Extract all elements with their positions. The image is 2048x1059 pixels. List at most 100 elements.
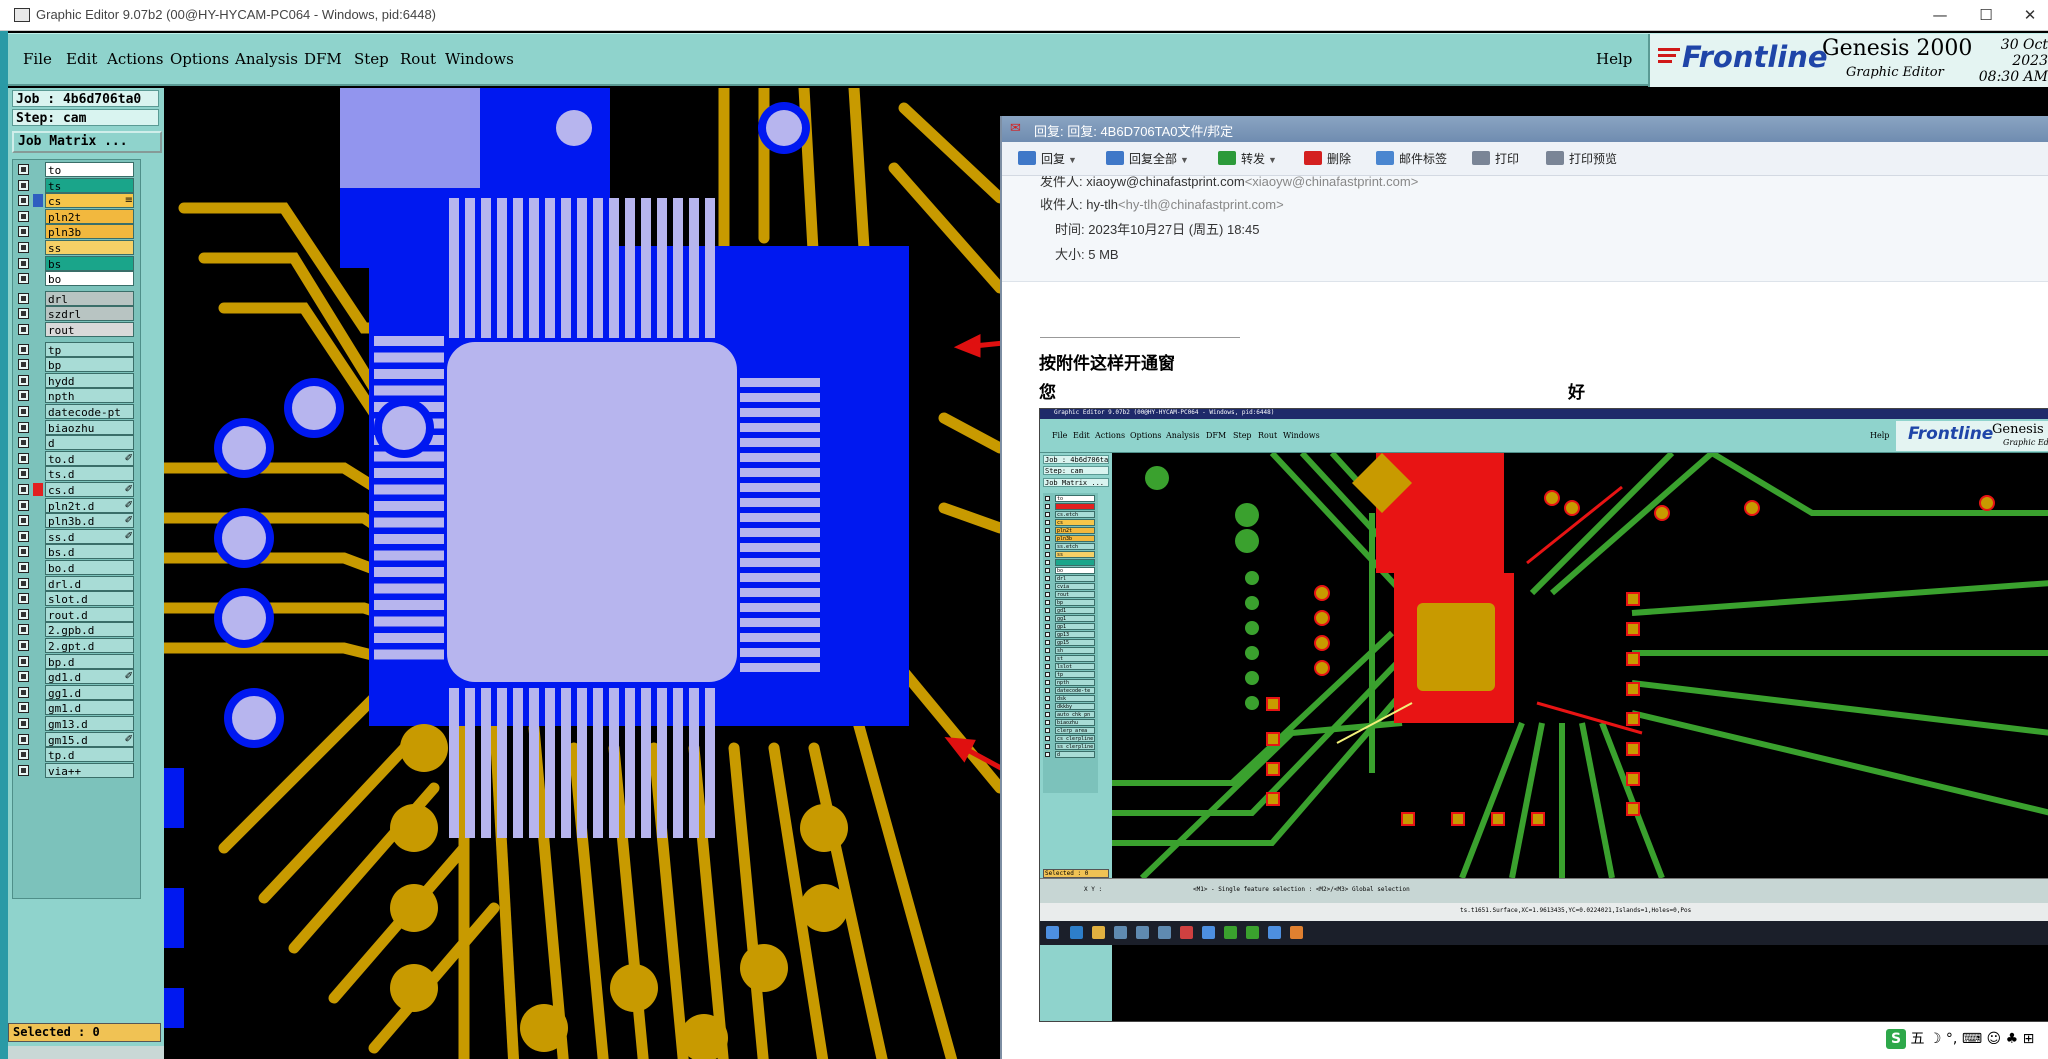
menu-file[interactable]: File (23, 50, 52, 68)
layer-name[interactable]: 2.gpt.d (45, 638, 134, 653)
layer-checkbox[interactable] (18, 608, 29, 620)
sogou-ime-icon[interactable]: S (1886, 1029, 1906, 1049)
layer-checkbox[interactable] (18, 257, 29, 269)
layer-row[interactable]: gm13.d (15, 716, 137, 731)
layer-name[interactable]: ts (45, 177, 134, 193)
layer-name[interactable]: cs.d (45, 482, 134, 497)
layer-row[interactable]: 2.gpb.d (15, 622, 137, 638)
layer-row[interactable]: ss (15, 240, 137, 255)
layer-checkbox[interactable] (18, 390, 29, 402)
layer-row[interactable]: ts (15, 177, 137, 193)
layer-row[interactable]: tp (15, 341, 137, 357)
layer-row[interactable]: biaozhu (15, 419, 137, 435)
layer-row[interactable]: rout (15, 322, 137, 337)
chevron-down-icon[interactable]: ▼ (1068, 155, 1077, 165)
layer-name[interactable]: biaozhu (45, 419, 134, 435)
layer-row[interactable]: d (15, 435, 137, 451)
layer-row[interactable]: via++ (15, 762, 137, 778)
chevron-down-icon[interactable]: ▼ (1180, 155, 1189, 165)
print-preview-button[interactable]: 打印预览 (1546, 150, 1617, 167)
layer-name[interactable]: bp (45, 357, 134, 373)
layer-name[interactable]: pln3b.d (45, 513, 134, 529)
layer-name[interactable]: bo.d (45, 560, 134, 575)
layer-checkbox[interactable] (18, 764, 29, 776)
layer-name[interactable]: datecode-pt (45, 404, 134, 419)
ime-toolbar[interactable]: S 五 ☽ °, ⌨ ☺ ♣ ⊞ (1886, 1028, 2034, 1050)
layer-row[interactable]: ss.d ✐ (15, 528, 137, 544)
reply-button[interactable]: 回复 ▼ (1018, 150, 1077, 167)
layer-name[interactable]: slot.d (45, 591, 134, 607)
layer-checkbox[interactable] (18, 499, 29, 511)
ime-mode-text[interactable]: 五 (1910, 1031, 1924, 1047)
layer-row[interactable]: rout.d (15, 606, 137, 622)
layer-name[interactable]: cs (45, 193, 134, 209)
menu-analysis[interactable]: Analysis (235, 50, 298, 68)
layer-row[interactable]: bo.d (15, 560, 137, 575)
layer-name[interactable]: bs (45, 255, 134, 271)
layer-row[interactable]: bs.d (15, 544, 137, 560)
maximize-button[interactable]: ☐ (1966, 3, 2006, 27)
layer-checkbox[interactable] (18, 374, 29, 386)
layer-row[interactable]: bp (15, 357, 137, 373)
layer-row[interactable]: pln2t (15, 208, 137, 224)
layer-name[interactable]: npth (45, 388, 134, 404)
layer-checkbox[interactable] (18, 273, 29, 285)
layer-row[interactable]: cs ≡ (15, 193, 137, 209)
minimize-button[interactable]: — (1920, 3, 1960, 27)
layer-checkbox[interactable] (18, 359, 29, 371)
layer-name[interactable]: pln3b (45, 224, 134, 240)
layer-name[interactable]: pln2t (45, 208, 134, 224)
layer-checkbox[interactable] (18, 484, 29, 495)
layer-checkbox[interactable] (18, 640, 29, 651)
close-button[interactable]: ✕ (2010, 3, 2048, 27)
layer-checkbox[interactable] (18, 624, 29, 636)
layer-row[interactable]: gm15.d ✐ (15, 731, 137, 747)
menu-dfm[interactable]: DFM (304, 50, 342, 68)
layer-row[interactable]: bo (15, 271, 137, 287)
layer-checkbox[interactable] (18, 562, 29, 573)
layer-row[interactable]: gg1.d (15, 684, 137, 700)
layer-checkbox[interactable] (18, 655, 29, 667)
menu-edit[interactable]: Edit (66, 50, 97, 68)
from-name[interactable]: xiaoyw@chinafastprint.com (1086, 176, 1244, 189)
menu-actions[interactable]: Actions (107, 50, 163, 68)
job-matrix-button[interactable]: Job Matrix ... (12, 131, 162, 153)
moon-icon[interactable]: ☽ (1929, 1031, 1942, 1047)
layer-row[interactable]: pln3b (15, 224, 137, 240)
keyboard-icon[interactable]: ⌨ (1962, 1031, 1982, 1047)
menu-step[interactable]: Step (354, 50, 389, 68)
menu-options[interactable]: Options (170, 50, 229, 68)
layer-name[interactable]: ss.d (45, 528, 134, 544)
layer-row[interactable]: cs.d ✐ (15, 482, 137, 497)
layer-name[interactable]: to.d (45, 450, 134, 466)
to-name[interactable]: hy-tlh (1086, 197, 1118, 212)
grid-icon[interactable]: ⊞ (2023, 1031, 2035, 1047)
layer-checkbox[interactable] (18, 421, 29, 433)
layer-name[interactable]: rout (45, 322, 134, 337)
layer-row[interactable]: drl (15, 290, 137, 306)
layer-row[interactable]: hydd (15, 372, 137, 388)
tag-button[interactable]: 邮件标签 (1376, 150, 1447, 167)
layer-checkbox[interactable] (18, 195, 29, 207)
print-button[interactable]: 打印 (1472, 150, 1519, 167)
delete-button[interactable]: 删除 (1304, 150, 1351, 167)
chevron-down-icon[interactable]: ▼ (1268, 155, 1277, 165)
layer-row[interactable]: gd1.d ✐ (15, 669, 137, 685)
layer-name[interactable]: rout.d (45, 606, 134, 622)
layer-checkbox[interactable] (18, 226, 29, 238)
punct-icon[interactable]: °, (1946, 1031, 1957, 1047)
layer-name[interactable]: ss (45, 240, 134, 255)
layer-checkbox[interactable] (18, 530, 29, 542)
layer-checkbox[interactable] (18, 179, 29, 191)
layer-name[interactable]: gg1.d (45, 684, 134, 700)
layer-checkbox[interactable] (18, 292, 29, 304)
layer-checkbox[interactable] (18, 733, 29, 745)
layer-checkbox[interactable] (18, 452, 29, 464)
layer-name[interactable]: drl (45, 290, 134, 306)
layer-name[interactable]: bo (45, 271, 134, 287)
layer-checkbox[interactable] (18, 406, 29, 417)
layer-row[interactable]: bs (15, 255, 137, 271)
layer-row[interactable]: slot.d (15, 591, 137, 607)
layer-row[interactable]: ts.d (15, 466, 137, 482)
layer-checkbox[interactable] (18, 242, 29, 253)
